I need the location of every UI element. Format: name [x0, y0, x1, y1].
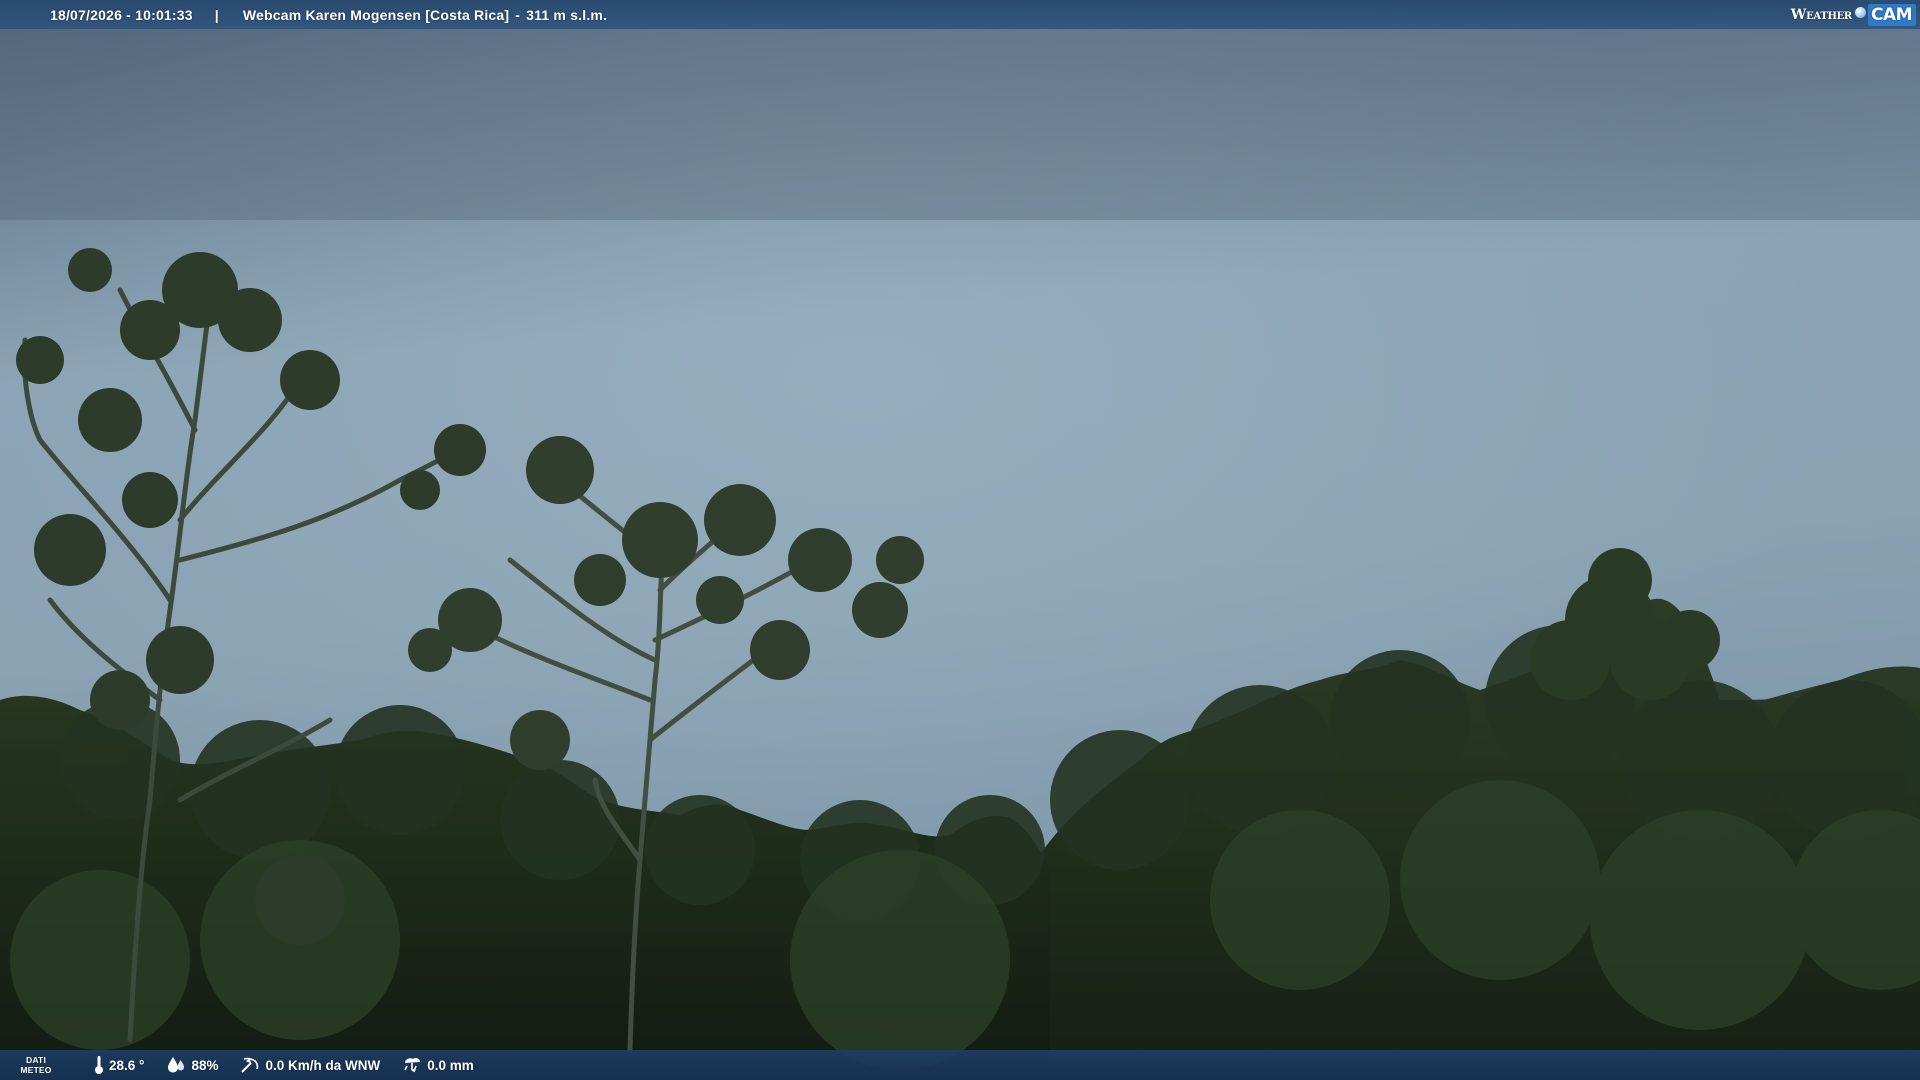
header-separator: |: [214, 6, 219, 23]
temperature-reading: 28.6 °: [94, 1055, 144, 1075]
humidity-value: 88%: [191, 1057, 219, 1073]
humidity-drops-icon: [168, 1057, 185, 1073]
logo-word-weather: Weather: [1790, 6, 1853, 23]
humidity-reading: 88%: [166, 1056, 218, 1074]
webcam-frame: 18/07/2026 - 10:01:33 | Webcam Karen Mog…: [0, 0, 1920, 1080]
weather-data-label-line1: DATI: [26, 1055, 46, 1065]
logo-word-cam: CAM: [1867, 3, 1916, 26]
wind-reading: 0.0 Km/h da WNW: [240, 1056, 380, 1074]
weathercam-logo[interactable]: Weather CAM: [1791, 2, 1916, 27]
weather-data-label-line2: METEO: [20, 1065, 52, 1075]
weather-data-bar: DATI METEO 28.6 ° 88% 0.0 Km/h da WNW 0.…: [0, 1050, 1920, 1080]
webcam-name: Webcam Karen Mogensen [Costa Rica]: [242, 6, 510, 23]
thermometer-icon: [95, 1056, 103, 1074]
wind-value: 0.0 Km/h da WNW: [265, 1057, 381, 1073]
webcam-header-bar: 18/07/2026 - 10:01:33 | Webcam Karen Mog…: [0, 0, 1920, 29]
title-separator: -: [515, 6, 521, 23]
rain-gauge-icon: [404, 1058, 421, 1073]
rain-value: 0.0 mm: [427, 1057, 474, 1073]
temperature-value: 28.6 °: [109, 1057, 145, 1073]
rain-reading: 0.0 mm: [402, 1056, 474, 1074]
altitude: 311 m s.l.m.: [526, 6, 608, 23]
wind-arrow-icon: [241, 1057, 259, 1073]
timestamp: 18/07/2026 - 10:01:33: [50, 6, 193, 23]
webcam-image: [0, 0, 1920, 1080]
weather-data-label: DATI METEO: [18, 1055, 54, 1075]
logo-globe-icon: [1854, 7, 1866, 18]
